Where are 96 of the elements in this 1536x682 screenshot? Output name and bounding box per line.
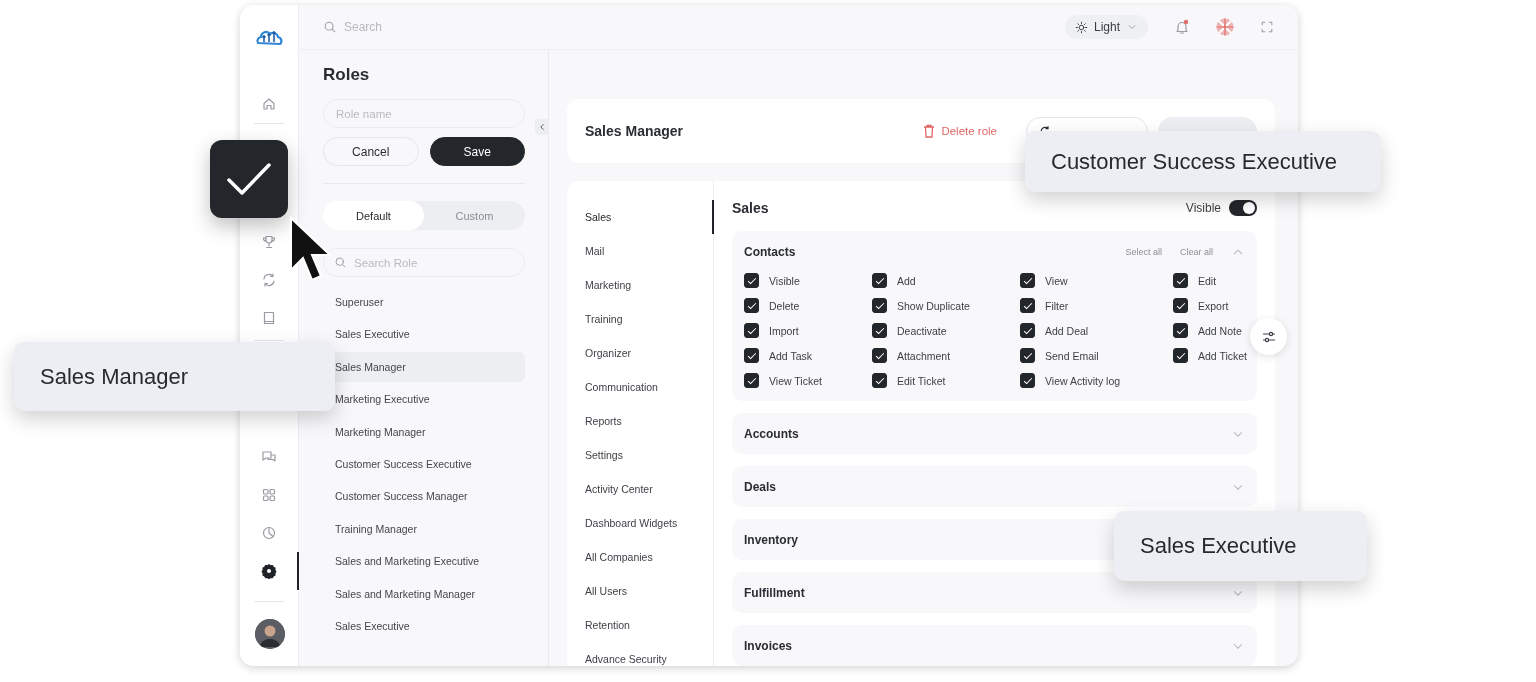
role-item[interactable]: Marketing Manager (323, 416, 525, 447)
checkbox[interactable] (872, 373, 887, 388)
checkbox[interactable] (1020, 298, 1035, 313)
permission-label: Add Task (769, 349, 812, 362)
checkbox[interactable] (744, 273, 759, 288)
search-icon (323, 20, 337, 34)
bell-icon[interactable] (1174, 19, 1190, 35)
visible-label: Visible (1185, 201, 1221, 215)
module-item[interactable]: Mail (567, 234, 713, 268)
checkbox[interactable] (1020, 273, 1035, 288)
role-item[interactable]: Customer Success Executive (323, 448, 525, 479)
module-item[interactable]: Advance Security (567, 642, 713, 666)
tab[interactable]: Default (323, 201, 424, 230)
group-title: Accounts (744, 426, 799, 441)
checkbox[interactable] (872, 298, 887, 313)
gear-icon[interactable] (261, 563, 277, 579)
save-button[interactable]: Save (429, 137, 525, 166)
theme-selector[interactable]: Light (1064, 15, 1148, 39)
checkbox[interactable] (744, 348, 759, 363)
grid-icon[interactable] (261, 487, 277, 503)
permission-label: Edit Ticket (897, 374, 946, 387)
permission-label: Edit (1198, 274, 1217, 287)
home-icon[interactable] (261, 96, 277, 112)
checkbox[interactable] (744, 373, 759, 388)
module-item[interactable]: Communication (567, 370, 713, 404)
permission-label: Add Deal (1045, 324, 1089, 337)
checkbox[interactable] (1020, 323, 1035, 338)
checkbox[interactable] (1173, 323, 1188, 338)
permission-label: Send Email (1045, 349, 1099, 362)
permission-label: Show Duplicate (897, 299, 970, 312)
delete-button[interactable]: Delete role (910, 116, 1010, 146)
role-item[interactable]: Training Manager (323, 513, 525, 544)
permission-label: Delete (769, 299, 800, 312)
checkbox[interactable] (1173, 348, 1188, 363)
module-item[interactable]: All Companies (567, 540, 713, 574)
checkbox[interactable] (1173, 273, 1188, 288)
group-title: Inventory (744, 532, 798, 547)
role-item[interactable]: Superuser (323, 287, 525, 317)
role-tooltip: Sales Manager (14, 342, 335, 411)
permission-label: Add Note (1198, 324, 1242, 337)
permission-label: View (1045, 274, 1068, 287)
role-search-field[interactable]: Search Role (323, 248, 525, 277)
trash-icon (923, 124, 936, 138)
search-icon (334, 256, 347, 269)
permission-label: Visible (769, 274, 800, 287)
refresh-icon[interactable] (261, 272, 277, 288)
role-tooltip: Sales Executive (1114, 511, 1367, 581)
role-item[interactable]: Sales and Marketing Manager (323, 578, 525, 609)
checkbox[interactable] (1020, 348, 1035, 363)
group-title: Deals (744, 479, 777, 494)
role-name-field[interactable]: Role name (323, 99, 525, 128)
search-field[interactable]: Search (344, 20, 544, 34)
page-title: Roles (323, 64, 371, 86)
permission-label: View Ticket (769, 374, 822, 387)
permission-label: Filter (1045, 299, 1069, 312)
permission-label: Export (1198, 299, 1229, 312)
role-title: Sales Manager (585, 123, 684, 139)
checkbox[interactable] (744, 298, 759, 313)
group-title: Invoices (744, 638, 793, 653)
checkbox[interactable] (1173, 298, 1188, 313)
checkbox[interactable] (872, 273, 887, 288)
module-item[interactable]: Organizer (567, 336, 713, 370)
module-item[interactable]: Activity Center (567, 472, 713, 506)
module-item[interactable]: Retention (567, 608, 713, 642)
role-tooltip: Customer Success Executive (1025, 131, 1381, 192)
checkbox[interactable] (872, 348, 887, 363)
book-icon[interactable] (261, 310, 277, 326)
role-item[interactable]: Sales and Marketing Executive (323, 546, 525, 577)
permission-label: View Activity log (1045, 374, 1121, 387)
visible-toggle[interactable] (1229, 200, 1257, 216)
permission-label: Import (769, 324, 799, 337)
check-icon (226, 162, 272, 196)
sun-icon (1074, 20, 1088, 34)
module-item[interactable]: Training (567, 302, 713, 336)
chevron-left-icon (537, 122, 547, 132)
role-item[interactable]: Customer Success Manager (323, 481, 525, 512)
permission-label: Deactivate (897, 324, 947, 337)
checkbox[interactable] (1020, 373, 1035, 388)
pie-chart-icon[interactable] (261, 525, 277, 541)
role-item[interactable]: Sales Executive (323, 610, 525, 641)
module-item[interactable]: Marketing (567, 268, 713, 302)
group-title: Contacts (744, 244, 796, 259)
module-item[interactable]: All Users (567, 574, 713, 608)
permission-label: Attachment (897, 349, 951, 362)
checkbox[interactable] (872, 323, 887, 338)
module-item[interactable]: Dashboard Widgets (567, 506, 713, 540)
permission-label: Add Ticket (1198, 349, 1248, 362)
module-item[interactable]: Settings (567, 438, 713, 472)
module-item[interactable]: Reports (567, 404, 713, 438)
trophy-icon[interactable] (261, 234, 277, 250)
module-item[interactable]: Sales (567, 200, 713, 234)
group-title: Fulfillment (744, 585, 805, 600)
section-title: Sales (732, 200, 769, 216)
checkbox[interactable] (744, 323, 759, 338)
avatar-icon[interactable] (255, 619, 285, 649)
permission-label: Add (897, 274, 916, 287)
